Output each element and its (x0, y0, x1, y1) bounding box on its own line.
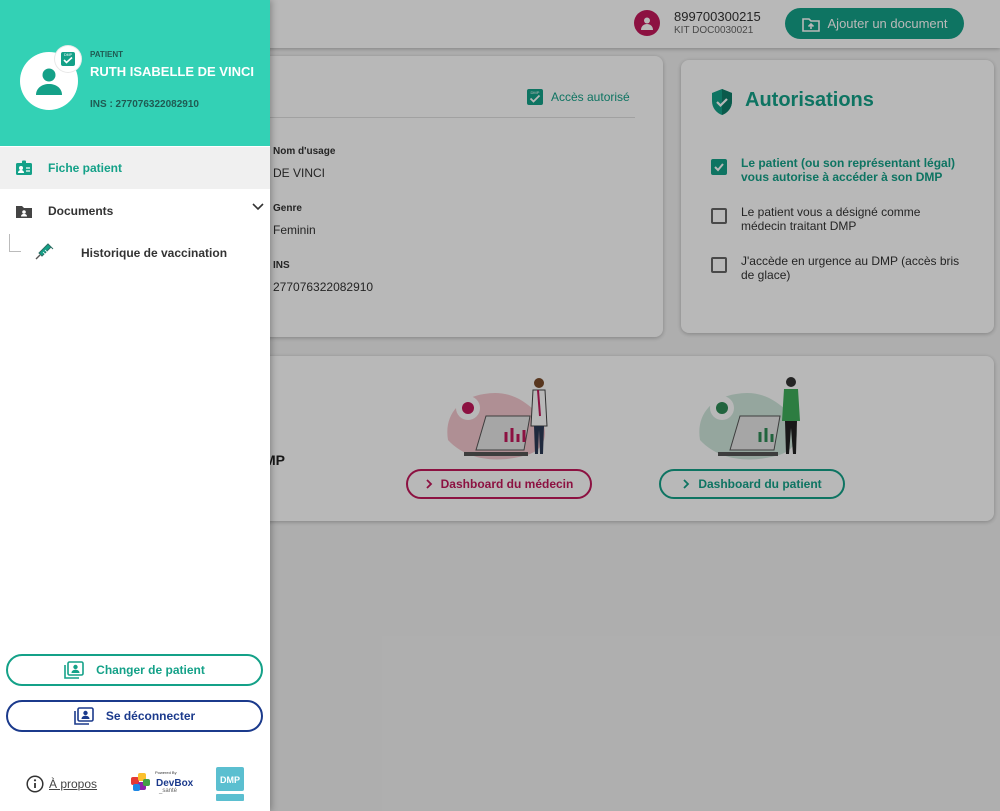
logout-label: Se déconnecter (105, 709, 196, 723)
info-icon (26, 775, 44, 793)
devbox-sub: _santé (159, 788, 178, 794)
logout-button[interactable]: Se déconnecter (6, 700, 263, 732)
drawer-header: DMP PATIENT RUTH ISABELLE DE VINCI INS :… (0, 0, 270, 146)
devbox-logo: Powered By DevBox _santé (129, 770, 193, 794)
patient-ins: INS : 277076322082910 (90, 99, 199, 110)
svg-text:DMP: DMP (64, 53, 73, 57)
switch-user-icon (64, 661, 84, 679)
patient-kicker: PATIENT (90, 50, 124, 59)
devbox-cubes-icon (131, 773, 150, 791)
nav-item-vaccination[interactable]: Historique de vaccination (0, 232, 270, 274)
nav-label: Fiche patient (48, 161, 123, 175)
dmp-badge-icon: DMP (55, 46, 81, 72)
change-patient-button[interactable]: Changer de patient (6, 654, 263, 686)
chevron-down-icon[interactable] (252, 203, 264, 211)
nav-item-documents[interactable]: Documents (0, 190, 270, 232)
devbox-powered: Powered By (155, 770, 177, 775)
syringe-icon (0, 243, 90, 263)
about-label: À propos (49, 777, 98, 791)
nav-label: Historique de vaccination (81, 246, 228, 260)
folder-user-icon (0, 204, 48, 219)
nav-item-fiche-patient[interactable]: Fiche patient (0, 147, 270, 189)
nav-label: Documents (48, 204, 114, 218)
about-link[interactable]: À propos (26, 775, 97, 793)
logout-user-icon (74, 707, 94, 725)
dmp-logo-text: DMP (220, 775, 240, 785)
change-patient-label: Changer de patient (96, 663, 205, 677)
id-card-icon (0, 160, 48, 176)
side-drawer: DMP PATIENT RUTH ISABELLE DE VINCI INS :… (0, 0, 270, 811)
patient-name: RUTH ISABELLE DE VINCI (90, 64, 254, 79)
dmp-logo: DMP (216, 767, 244, 801)
